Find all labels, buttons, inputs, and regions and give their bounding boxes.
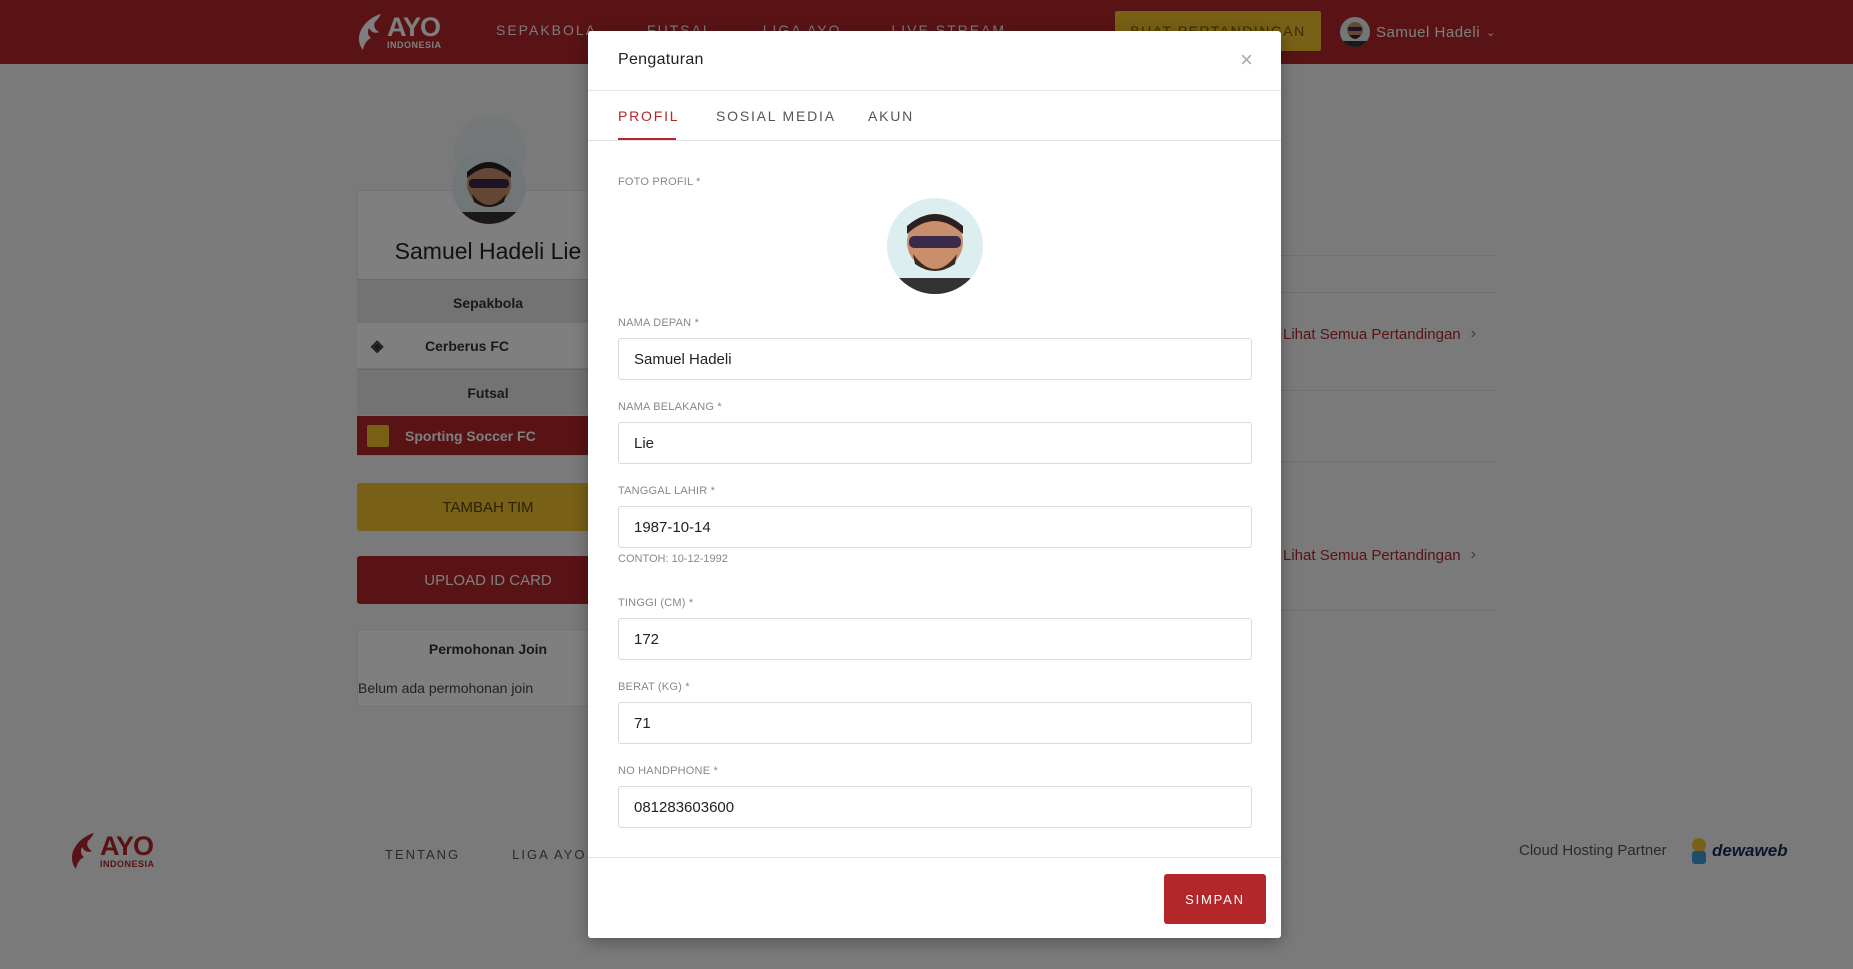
active-tab-indicator (618, 138, 676, 140)
settings-tabs: PROFIL SOSIAL MEDIA AKUN (588, 91, 1281, 141)
weight-field[interactable] (618, 702, 1252, 744)
modal-header: Pengaturan × (588, 31, 1281, 91)
first-name-label: NAMA DEPAN * (618, 317, 700, 329)
settings-modal: Pengaturan × PROFIL SOSIAL MEDIA AKUN FO… (588, 31, 1281, 938)
first-name-field[interactable] (618, 338, 1252, 380)
weight-label: BERAT (KG) * (618, 681, 690, 693)
save-button[interactable]: SIMPAN (1164, 874, 1266, 924)
birth-date-label: TANGGAL LAHIR * (618, 485, 716, 497)
phone-field[interactable] (618, 786, 1252, 828)
close-icon[interactable]: × (1240, 47, 1253, 73)
height-field[interactable] (618, 618, 1252, 660)
last-name-label: NAMA BELAKANG * (618, 401, 722, 413)
user-face-icon (887, 214, 983, 294)
height-label: TINGGI (CM) * (618, 597, 694, 609)
phone-label: NO HANDPHONE * (618, 765, 718, 777)
birth-date-hint: CONTOH: 10-12-1992 (618, 553, 728, 565)
tab-sosial-media[interactable]: SOSIAL MEDIA (716, 108, 836, 124)
birth-date-field[interactable] (618, 506, 1252, 548)
profile-photo[interactable] (887, 198, 983, 294)
photo-label: FOTO PROFIL * (618, 176, 701, 188)
tab-profil[interactable]: PROFIL (618, 108, 679, 124)
modal-title: Pengaturan (618, 51, 704, 68)
modal-footer: SIMPAN (588, 857, 1281, 938)
last-name-field[interactable] (618, 422, 1252, 464)
tab-akun[interactable]: AKUN (868, 108, 914, 124)
